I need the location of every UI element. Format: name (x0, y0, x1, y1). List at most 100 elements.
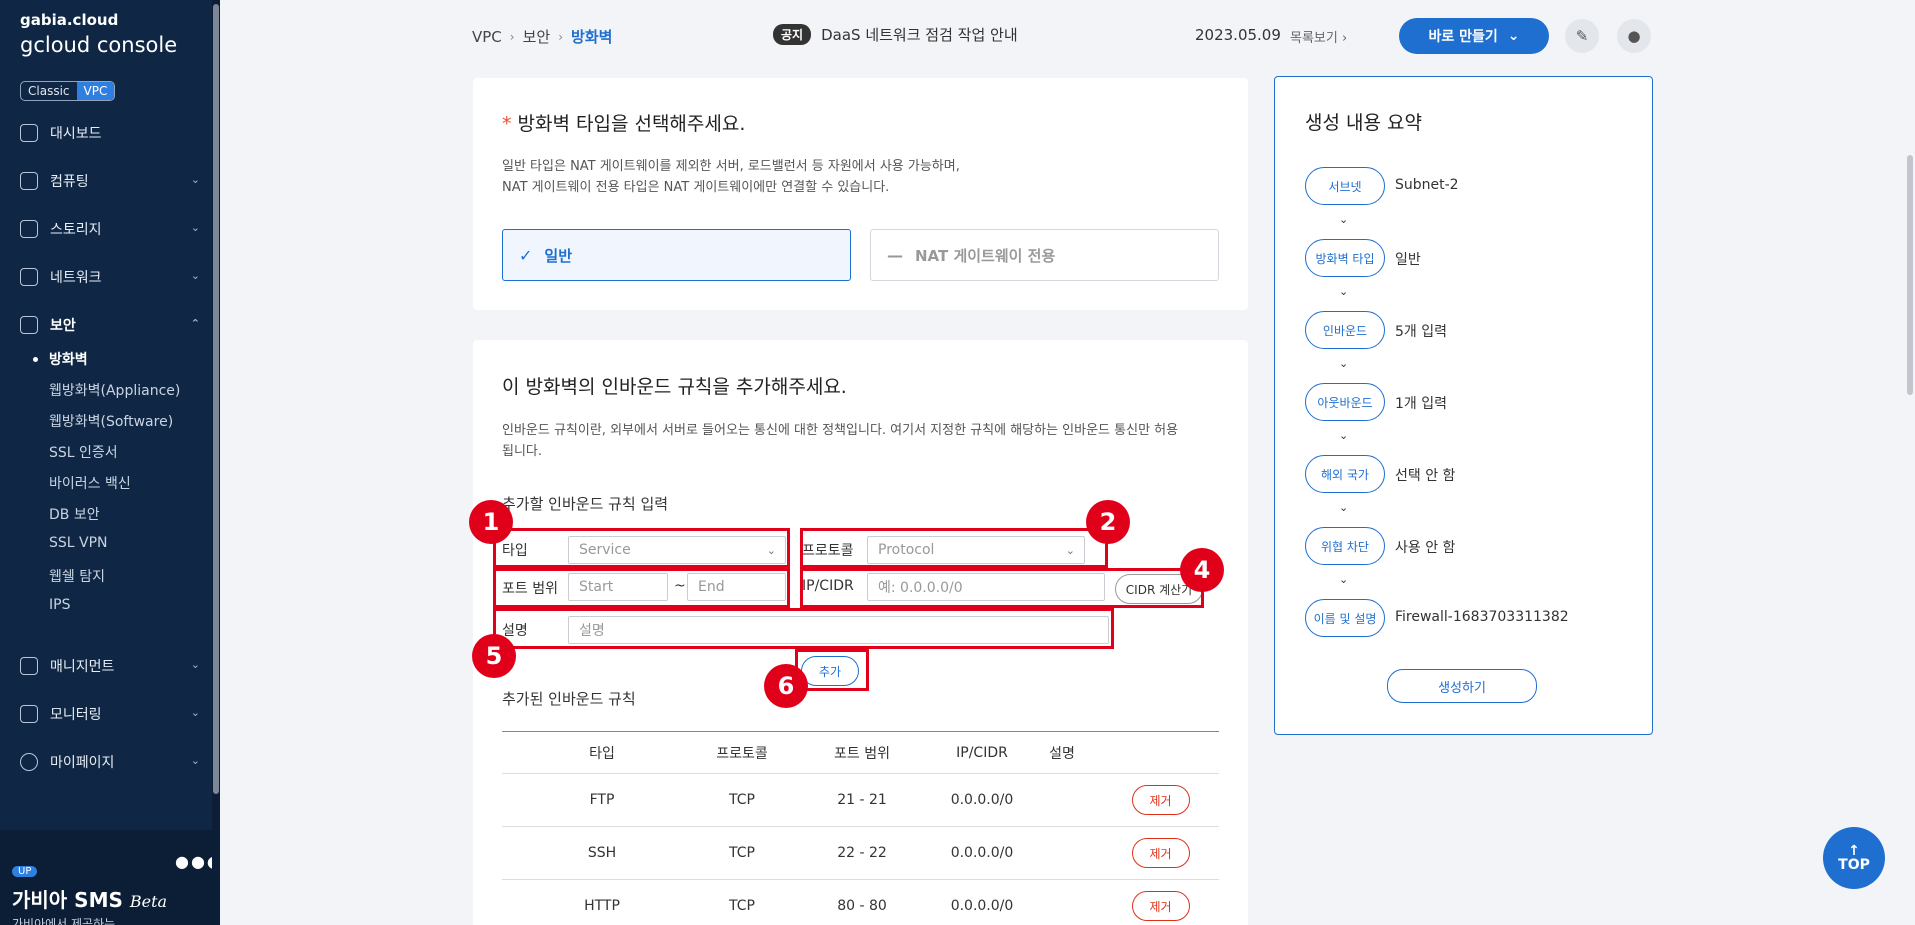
toggle-classic[interactable]: Classic (21, 82, 77, 100)
annotation-number-5: 5 (472, 634, 516, 678)
annotation-number-2: 2 (1086, 500, 1130, 544)
chevron-down-icon: ⌄ (1339, 285, 1349, 298)
sidebar-item-dashboard[interactable]: 대시보드 (20, 121, 200, 145)
summary-pill-country[interactable]: 해외 국가 (1305, 455, 1385, 493)
cell-action: 제거 (1102, 773, 1219, 827)
brand-logo[interactable]: gcloud console (20, 33, 177, 57)
annotation-number-4: 4 (1180, 548, 1224, 592)
sidebar-item-label: 마이페이지 (50, 755, 115, 771)
active-dot (33, 357, 38, 362)
sidebar-sub-waf-software[interactable]: 웹방화벽(Software) (49, 411, 173, 431)
sidebar-item-network[interactable]: 네트워크 ⌄ (20, 265, 200, 289)
sidebar-item-security[interactable]: 보안 ⌃ (20, 313, 200, 337)
sidebar-item-label: 컴퓨팅 (50, 174, 89, 190)
sidebar-sub-firewall[interactable]: 방화벽 (49, 349, 88, 369)
arrow-up-icon: ↑ (1848, 843, 1860, 859)
cell-desc (1022, 773, 1102, 827)
management-icon (20, 657, 38, 675)
summary-pill-name[interactable]: 이름 및 설명 (1305, 599, 1385, 637)
breadcrumb-vpc[interactable]: VPC (472, 28, 502, 46)
brand-small: gabia.cloud (20, 11, 119, 29)
column-header: IP/CIDR (942, 731, 1022, 774)
annotation-box-4 (800, 568, 1204, 608)
quick-create-button[interactable]: 바로 만들기 ⌄ (1399, 18, 1549, 54)
summary-value-country: 선택 안 함 (1395, 468, 1456, 484)
notice-list-link[interactable]: 목록보기 › (1290, 27, 1347, 46)
annotation-number-6: 6 (764, 664, 808, 708)
annotation-box-3 (493, 568, 790, 608)
notice[interactable]: 공지 DaaS 네트워크 점검 작업 안내 (773, 24, 1018, 45)
cell-port: 22 - 22 (782, 826, 942, 880)
sidebar-item-management[interactable]: 매니지먼트 ⌄ (20, 654, 200, 678)
firewall-type-desc: 일반 타입은 NAT 게이트웨이를 제외한 서버, 로드밸런서 등 자원에서 사… (502, 159, 960, 195)
storage-icon (20, 220, 38, 238)
sidebar-sub-ssl[interactable]: SSL 인증서 (49, 442, 118, 462)
breadcrumb: VPC › 보안 › 방화벽 (472, 26, 612, 47)
remove-button[interactable]: 제거 (1131, 891, 1190, 921)
toggle-vpc[interactable]: VPC (76, 82, 115, 100)
sidebar-sub-ssl-vpn[interactable]: SSL VPN (49, 535, 108, 551)
sidebar-item-computing[interactable]: 컴퓨팅 ⌄ (20, 169, 200, 193)
notice-text[interactable]: DaaS 네트워크 점검 작업 안내 (821, 24, 1018, 45)
sidebar-sub-db-security[interactable]: DB 보안 (49, 504, 100, 524)
column-header: 프로토콜 (702, 731, 782, 774)
sidebar-item-label: 매니지먼트 (50, 659, 115, 675)
create-button[interactable]: 생성하기 (1387, 669, 1537, 703)
column-header: 타입 (502, 731, 702, 774)
annotation-box-2 (800, 528, 1108, 568)
remove-button[interactable]: 제거 (1131, 838, 1190, 868)
summary-value-outbound: 1개 입력 (1395, 396, 1447, 412)
breadcrumb-security[interactable]: 보안 (523, 26, 551, 47)
added-rules-title: 추가된 인바운드 규칙 (502, 690, 636, 708)
monitoring-icon (20, 705, 38, 723)
sidebar-sub-waf-appliance[interactable]: 웹방화벽(Appliance) (49, 380, 180, 400)
sidebar: gabia.cloud gcloud console Classic VPC 대… (0, 0, 221, 925)
chevron-down-icon: ⌄ (190, 754, 200, 767)
chevron-down-icon: ⌄ (1339, 357, 1349, 370)
cell-action: 제거 (1102, 826, 1219, 880)
sidebar-item-storage[interactable]: 스토리지 ⌄ (20, 217, 200, 241)
sidebar-item-label: 모니터링 (50, 707, 102, 723)
column-header: 포트 범위 (782, 731, 942, 774)
cell-desc (1022, 879, 1102, 925)
summary-pill-firewall-type[interactable]: 방화벽 타입 (1305, 239, 1385, 277)
user-icon (20, 753, 38, 771)
chevron-down-icon: ⌄ (190, 269, 200, 282)
annotation-box-5 (493, 608, 1114, 649)
type-option-nat[interactable]: — NAT 게이트웨이 전용 (870, 229, 1219, 281)
console-toggle: Classic VPC (20, 81, 116, 101)
cell-protocol: TCP (702, 826, 782, 880)
sidebar-sub-webshell[interactable]: 웹쉘 탐지 (49, 566, 105, 586)
summary-pill-outbound[interactable]: 아웃바운드 (1305, 383, 1385, 421)
sidebar-item-mypage[interactable]: 마이페이지 ⌄ (20, 750, 200, 774)
sidebar-item-label: 스토리지 (50, 222, 102, 238)
summary-pill-threat-block[interactable]: 위협 차단 (1305, 527, 1385, 565)
cell-port: 21 - 21 (782, 773, 942, 827)
notice-tag: 공지 (773, 24, 812, 45)
sidebar-sub-antivirus[interactable]: 바이러스 백신 (49, 473, 131, 493)
notice-date: 2023.05.09 (1195, 26, 1281, 44)
sidebar-item-label: 네트워크 (50, 270, 102, 286)
summary-pill-inbound[interactable]: 인바운드 (1305, 311, 1385, 349)
sidebar-item-monitoring[interactable]: 모니터링 ⌄ (20, 702, 200, 726)
shield-icon (20, 316, 38, 334)
type-option-general[interactable]: ✓ 일반 (502, 229, 851, 281)
sidebar-scrollbar[interactable] (212, 0, 220, 925)
summary-value-inbound: 5개 입력 (1395, 324, 1447, 340)
sidebar-item-label: 보안 (50, 318, 76, 334)
user-icon[interactable]: ● (1617, 19, 1651, 53)
summary-title: 생성 내용 요약 (1305, 112, 1422, 134)
network-icon (20, 268, 38, 286)
cell-ip: 0.0.0.0/0 (942, 773, 1022, 827)
cell-type: HTTP (502, 879, 702, 925)
scroll-top-button[interactable]: ↑ TOP (1823, 827, 1885, 889)
chat-icon[interactable]: ✎ (1565, 19, 1599, 53)
remove-button[interactable]: 제거 (1131, 785, 1190, 815)
summary-value-firewall-type: 일반 (1395, 252, 1421, 268)
breadcrumb-firewall: 방화벽 (571, 28, 613, 46)
table-row: SSH TCP 22 - 22 0.0.0.0/0 제거 (502, 826, 1219, 880)
chevron-down-icon: ⌄ (190, 706, 200, 719)
summary-pill-subnet[interactable]: 서브넷 (1305, 167, 1385, 205)
page-scrollbar[interactable] (1905, 0, 1915, 925)
sidebar-sub-ips[interactable]: IPS (49, 597, 70, 613)
